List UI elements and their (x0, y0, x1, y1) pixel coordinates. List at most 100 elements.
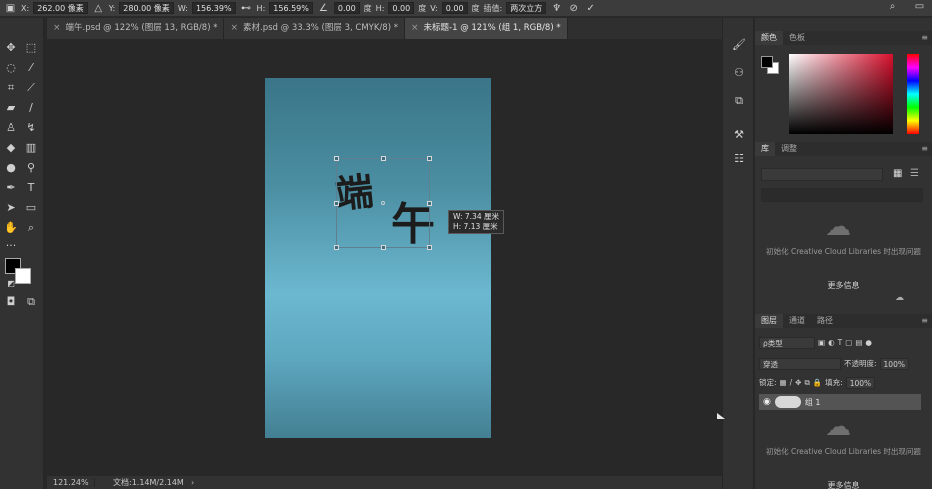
list-view-icon[interactable]: ☰ (910, 168, 919, 179)
y-input[interactable]: 280.00 像素 (119, 2, 174, 14)
brush-tool-icon[interactable]: / (22, 100, 40, 116)
healing-tool-icon[interactable]: ▰ (2, 100, 20, 116)
transform-handle[interactable] (334, 245, 339, 250)
path-select-tool-icon[interactable]: ➤ (2, 200, 20, 216)
transform-center-point[interactable] (381, 201, 385, 205)
filter-adjust-icon[interactable]: ◐ (828, 338, 835, 347)
quick-select-tool-icon[interactable]: ⁄ (22, 60, 40, 76)
x-input[interactable]: 262.00 像素 (33, 2, 88, 14)
hskew-input[interactable]: 0.00 (388, 2, 415, 14)
more-info-link[interactable]: 更多信息 (755, 480, 932, 489)
quick-mask-icon[interactable]: ◘ (2, 294, 20, 310)
lock-all-icon[interactable]: 🔒 (813, 378, 822, 387)
crop-tool-icon[interactable]: ⌗ (2, 80, 20, 96)
transform-handle[interactable] (334, 156, 339, 161)
eraser-tool-icon[interactable]: ◆ (2, 140, 20, 156)
transform-handle[interactable] (381, 156, 386, 161)
transform-handle[interactable] (381, 245, 386, 250)
type-tool-icon[interactable]: T (22, 180, 40, 196)
tab-layers[interactable]: 图层 (755, 314, 783, 328)
swap-colors-icon[interactable]: ◩ (2, 276, 20, 292)
close-icon[interactable]: × (230, 18, 238, 39)
eye-visibility-icon[interactable]: ◉ (763, 397, 771, 407)
w-input[interactable]: 156.39% (191, 2, 236, 14)
close-icon[interactable]: × (53, 18, 61, 39)
hand-tool-icon[interactable]: ✋ (2, 220, 20, 236)
zoom-tool-icon[interactable]: ⌕ (22, 220, 40, 236)
layer-name[interactable]: 组 1 (805, 397, 821, 408)
tab-sucai[interactable]: × 素材.psd @ 33.3% (图层 3, CMYK/8) * (224, 18, 405, 39)
more-info-link[interactable]: 更多信息 (755, 280, 932, 291)
filter-shape-icon[interactable]: ▢ (845, 338, 852, 347)
layer-filter-select[interactable]: ρ类型 (759, 336, 815, 349)
layer-row-group[interactable]: ◉ 组 1 (759, 394, 921, 410)
stamp-tool-icon[interactable]: ♙ (2, 120, 20, 136)
close-icon[interactable]: × (411, 18, 419, 39)
lock-pixels-icon[interactable]: / (790, 378, 793, 387)
move-tool-icon[interactable]: ✥ (2, 40, 20, 56)
marquee-tool-icon[interactable]: ⬚ (22, 40, 40, 56)
zoom-level[interactable]: 121.24% (47, 478, 95, 487)
lasso-tool-icon[interactable]: ◌ (2, 60, 20, 76)
document-info[interactable]: 文档:1.14M/2.14M (95, 477, 184, 488)
chevron-right-icon[interactable]: › (191, 478, 194, 487)
tab-paths[interactable]: 路径 (811, 314, 839, 328)
vskew-input[interactable]: 0.00 (441, 2, 468, 14)
history-icon[interactable]: ⧉ (730, 94, 748, 110)
history-brush-tool-icon[interactable]: ↯ (22, 120, 40, 136)
clone-source-icon[interactable]: ⚇ (730, 66, 748, 82)
lock-transparent-icon[interactable]: ▦ (780, 378, 787, 387)
filter-toggle-icon[interactable]: ● (865, 338, 872, 347)
lock-artboard-icon[interactable]: ⧉ (804, 378, 809, 388)
dodge-tool-icon[interactable]: ⚲ (22, 160, 40, 176)
library-select[interactable] (761, 168, 883, 181)
filter-smart-icon[interactable]: ▤ (855, 338, 862, 347)
transform-handle[interactable] (427, 245, 432, 250)
search-icon[interactable]: ⌕ (886, 1, 899, 12)
screen-mode-icon[interactable]: ⧉ (22, 294, 40, 310)
commit-transform-icon[interactable]: ✓ (584, 3, 597, 14)
tab-duanwu[interactable]: × 端午.psd @ 122% (图层 13, RGB/8) * (47, 18, 225, 39)
transform-bounding-box[interactable] (334, 156, 432, 250)
filter-pixel-icon[interactable]: ▣ (818, 338, 825, 347)
tab-swatches[interactable]: 色板 (783, 31, 811, 45)
lock-position-icon[interactable]: ✥ (795, 378, 801, 387)
document-canvas[interactable]: 端 午 (265, 78, 491, 438)
tab-channels[interactable]: 通道 (783, 314, 811, 328)
warp-icon[interactable]: ♆ (550, 3, 563, 14)
color-picker-field[interactable] (789, 54, 893, 134)
link-icon[interactable]: ⊷ (240, 3, 253, 14)
library-search-input[interactable] (761, 188, 923, 202)
tool-presets-icon[interactable]: ⚒ (730, 128, 748, 144)
gradient-tool-icon[interactable]: ▥ (22, 140, 40, 156)
transform-handle[interactable] (427, 201, 432, 206)
foreground-swatch[interactable] (761, 56, 773, 68)
eyedropper-tool-icon[interactable]: ⟋ (22, 80, 40, 96)
brush-settings-icon[interactable]: 🖌 (730, 38, 748, 54)
tab-adjustments[interactable]: 调整 (775, 142, 803, 156)
opacity-input[interactable]: 100% (879, 357, 909, 370)
rectangle-tool-icon[interactable]: ▭ (22, 200, 40, 216)
grid-view-icon[interactable]: ▦ (893, 168, 902, 179)
panel-menu-icon[interactable]: ≡ (915, 142, 932, 156)
panel-menu-icon[interactable]: ≡ (915, 314, 932, 328)
angle-input[interactable]: 0.00 (333, 2, 360, 14)
blur-tool-icon[interactable]: ● (2, 160, 20, 176)
tab-untitled[interactable]: × 未标题-1 @ 121% (组 1, RGB/8) * (404, 18, 568, 39)
blend-mode-select[interactable]: 穿透 (759, 357, 841, 370)
hue-slider[interactable] (907, 54, 919, 134)
reference-point-icon[interactable]: ▣ (4, 3, 17, 14)
cloud-sync-icon[interactable]: ☁ (895, 293, 904, 303)
tab-color[interactable]: 颜色 (755, 31, 783, 45)
transform-handle[interactable] (334, 201, 339, 206)
properties-icon[interactable]: ☷ (730, 152, 748, 168)
transform-handle[interactable] (427, 156, 432, 161)
panel-menu-icon[interactable]: ≡ (915, 31, 932, 45)
workspace-icon[interactable]: ▭ (913, 1, 926, 12)
tab-library[interactable]: 库 (755, 142, 775, 156)
filter-type-icon[interactable]: T (838, 338, 843, 347)
h-input[interactable]: 156.59% (269, 2, 313, 14)
interpolation-select[interactable]: 两次立方 (506, 2, 547, 14)
fill-input[interactable]: 100% (845, 376, 876, 389)
more-tools-icon[interactable]: ··· (2, 238, 20, 254)
